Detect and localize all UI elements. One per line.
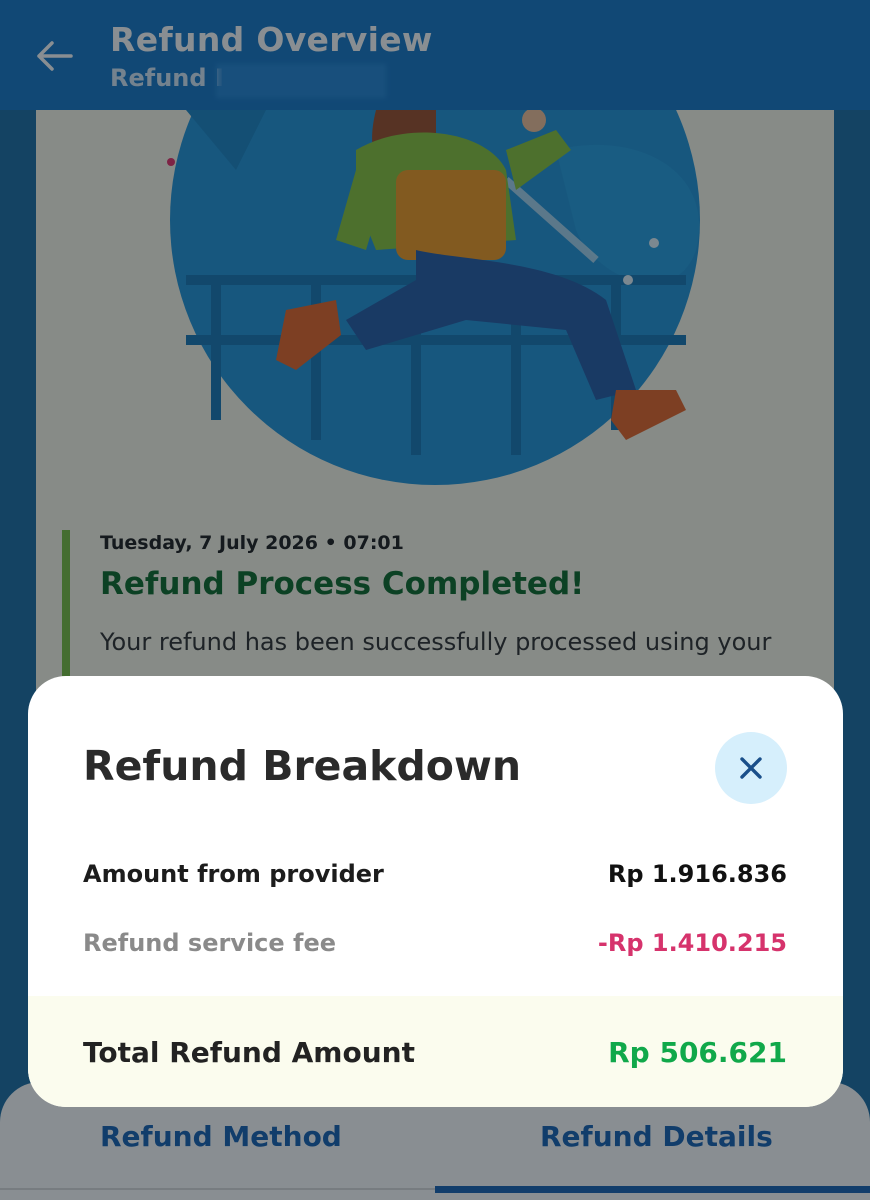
close-icon xyxy=(740,757,762,779)
modal-title: Refund Breakdown xyxy=(83,742,522,790)
refund-service-fee-value: -Rp 1.410.215 xyxy=(597,929,787,957)
amount-from-provider-value: Rp 1.916.836 xyxy=(607,860,787,888)
refund-breakdown-modal: Refund Breakdown Amount from provider Rp… xyxy=(28,676,843,1107)
amount-from-provider-label: Amount from provider xyxy=(83,860,384,888)
total-refund-value: Rp 506.621 xyxy=(608,1036,787,1069)
refund-service-fee-label: Refund service fee xyxy=(83,929,337,957)
close-button[interactable] xyxy=(715,732,787,804)
total-refund-label: Total Refund Amount xyxy=(83,1036,415,1069)
total-refund-row: Total Refund Amount Rp 506.621 xyxy=(28,996,843,1107)
